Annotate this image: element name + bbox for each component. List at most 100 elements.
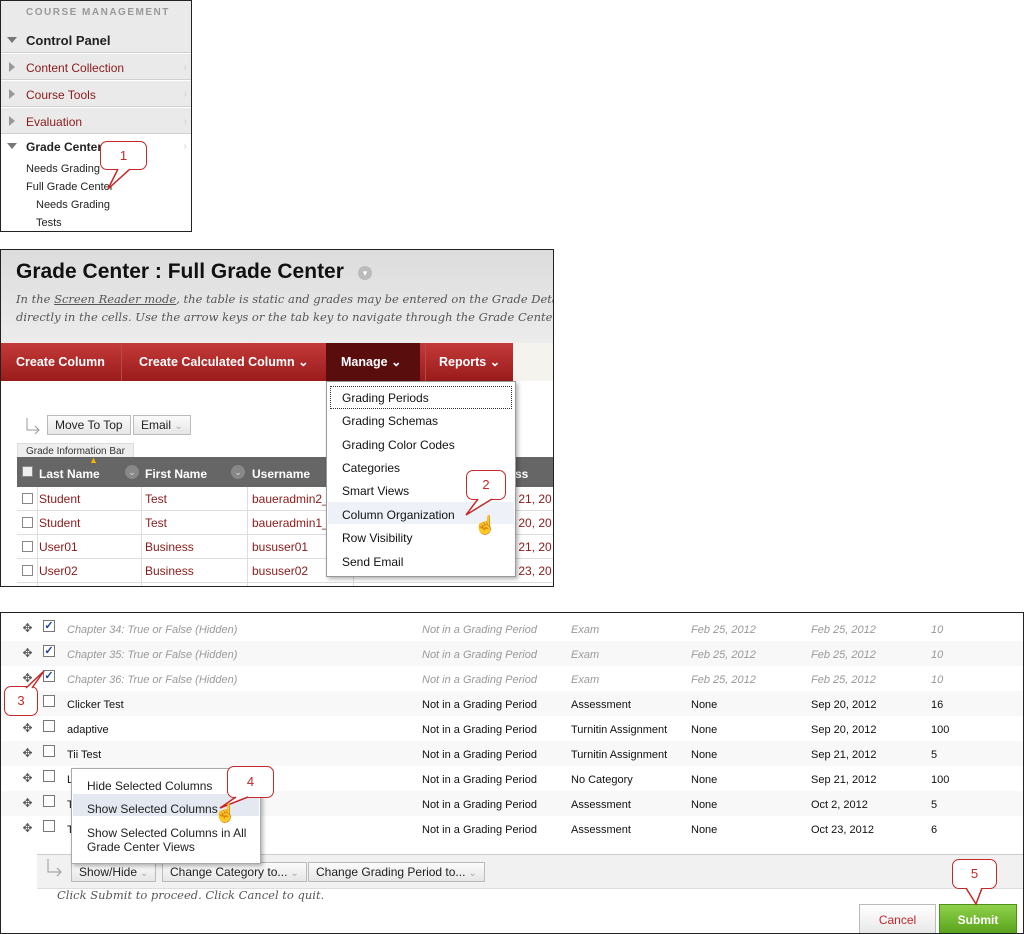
date-created: Feb 25, 2012 [811,674,876,686]
category: Exam [571,674,600,686]
sidebar-item-label: Course Tools [26,88,96,102]
column-header-username[interactable]: Username [252,457,310,487]
row-checkbox[interactable] [43,795,55,807]
menu-item-show-all-views[interactable]: Show Selected Columns in All Grade Center… [87,826,246,854]
move-icon[interactable]: ✥ [21,622,34,635]
control-panel-row[interactable]: Control Panel [1,27,191,54]
menu-item-grading-color-codes[interactable]: Grading Color Codes [342,438,455,452]
sidebar-item-label: Evaluation [26,115,83,129]
last-name-cell[interactable]: User02 [39,559,78,583]
move-icon[interactable]: ✥ [21,822,34,835]
row-checkbox[interactable] [43,820,55,832]
row-checkbox[interactable] [43,770,55,782]
column-options-icon[interactable]: ⌄ [231,465,245,479]
create-column-button[interactable]: Create Column [16,343,105,381]
username-cell[interactable]: bususer02 [252,559,308,583]
column-options-icon[interactable]: ⌄ [125,465,139,479]
column-header-partial[interactable]: ss [515,457,528,487]
select-all-checkbox[interactable] [22,466,33,477]
row-checkbox[interactable] [22,517,33,528]
category: Turnitin Assignment [571,724,668,736]
sidebar-item-content-collection[interactable]: Content Collection › [1,54,191,81]
first-name-cell[interactable]: Test [145,487,167,511]
grade-center-label[interactable]: Grade Center [26,140,102,154]
email-button[interactable]: Email ⌄ [133,415,191,435]
category: Exam [571,649,600,661]
menu-item-send-email[interactable]: Send Email [342,555,403,569]
menu-item-show-selected[interactable]: Show Selected Columns [87,802,218,816]
show-hide-button[interactable]: Show/Hide ⌄ [71,862,157,882]
first-name-cell[interactable]: Business [145,559,194,583]
row-checkbox[interactable] [43,745,55,757]
sidebar-item-course-tools[interactable]: Course Tools › [1,81,191,108]
date-created: Sep 21, 2012 [811,749,877,761]
username-cell[interactable]: baueradmin2_ [252,487,329,511]
row-checkbox[interactable] [43,695,55,707]
hand-cursor-icon: ☝ [214,803,237,823]
menu-item-row-visibility[interactable]: Row Visibility [342,531,412,545]
chevron-down-icon: ⌄ [290,868,299,879]
submit-button[interactable]: Submit [939,904,1017,933]
points: 10 [931,674,944,686]
sort-up-icon: ▲ [89,455,98,465]
due-date: None [691,749,718,761]
date-created: Sep 21, 2012 [811,774,877,786]
column-name: Chapter 35: True or False (Hidden) [67,649,238,661]
move-icon[interactable]: ✥ [21,797,34,810]
menu-item-grading-schemas[interactable]: Grading Schemas [342,414,438,428]
sidebar-link-full-grade-center[interactable]: Full Grade Center [26,181,113,193]
change-category-button[interactable]: Change Category to... ⌄ [162,862,307,882]
username-cell[interactable]: bususer01 [252,535,308,559]
move-icon[interactable]: ✥ [21,722,34,735]
first-name-cell[interactable]: Business [145,535,194,559]
change-grading-period-button[interactable]: Change Grading Period to... ⌄ [308,862,485,882]
callout-4: 4 [227,766,274,798]
last-name-cell[interactable]: Student [39,511,80,535]
manage-button[interactable]: Manage ⌄ [326,343,420,381]
due-date: Feb 25, 2012 [691,674,756,686]
grading-period: Not in a Grading Period [422,699,537,711]
row-checkbox[interactable] [43,720,55,732]
date-cell: r 20, 20 [511,516,552,530]
move-icon[interactable]: ✥ [21,647,34,660]
sidebar-link-tests[interactable]: Tests [36,217,62,229]
points: 100 [931,724,950,736]
date-cell: r 21, 20 [511,540,552,554]
callout-3: 3 [4,686,38,716]
last-name-cell[interactable]: Student [39,487,80,511]
screen-reader-mode-link[interactable]: Screen Reader mode [54,292,176,306]
table-row: ✥ ✓ Chapter 35: True or False (Hidden) N… [1,641,1023,666]
arrow-connector-icon [26,418,40,434]
move-icon[interactable]: ✥ [21,747,34,760]
sidebar-item-evaluation[interactable]: Evaluation › [1,108,191,135]
menu-item-categories[interactable]: Categories [342,461,400,475]
first-name-cell[interactable]: Test [145,511,167,535]
menu-item-smart-views[interactable]: Smart Views [342,484,409,498]
date-cell: r 21, 20 [511,492,552,506]
username-cell[interactable]: baueradmin1_ [252,511,329,535]
row-checkbox[interactable] [22,493,33,504]
menu-item-hide-selected[interactable]: Hide Selected Columns [87,779,212,793]
menu-item-column-organization[interactable]: Column Organization [342,508,455,522]
row-checkbox[interactable]: ✓ [43,620,55,632]
move-to-top-button[interactable]: Move To Top [47,415,131,435]
chevron-down-icon: ⌄ [174,421,183,432]
row-checkbox[interactable] [22,541,33,552]
move-icon[interactable]: ✥ [21,772,34,785]
sidebar-link-assignments[interactable]: Needs Grading [36,199,110,211]
menu-item-grading-periods[interactable]: Grading Periods [342,391,429,405]
row-checkbox[interactable] [22,565,33,576]
create-calculated-column-button[interactable]: Create Calculated Column ⌄ [139,343,309,381]
sidebar-link-needs-grading[interactable]: Needs Grading [26,163,100,175]
column-header-first-name[interactable]: First Name [145,457,207,487]
cancel-button[interactable]: Cancel [859,904,936,933]
row-checkbox[interactable]: ✓ [43,645,55,657]
due-date: Feb 25, 2012 [691,649,756,661]
reports-button[interactable]: Reports ⌄ [439,343,500,381]
due-date: None [691,799,718,811]
submit-instructions: Click Submit to proceed. Click Cancel to… [57,888,325,902]
table-row: ✥ adaptive Not in a Grading Period Turni… [1,716,1023,741]
chevron-down-icon[interactable]: ▾ [358,266,372,280]
row-checkbox[interactable]: ✓ [43,670,55,682]
last-name-cell[interactable]: User01 [39,535,78,559]
